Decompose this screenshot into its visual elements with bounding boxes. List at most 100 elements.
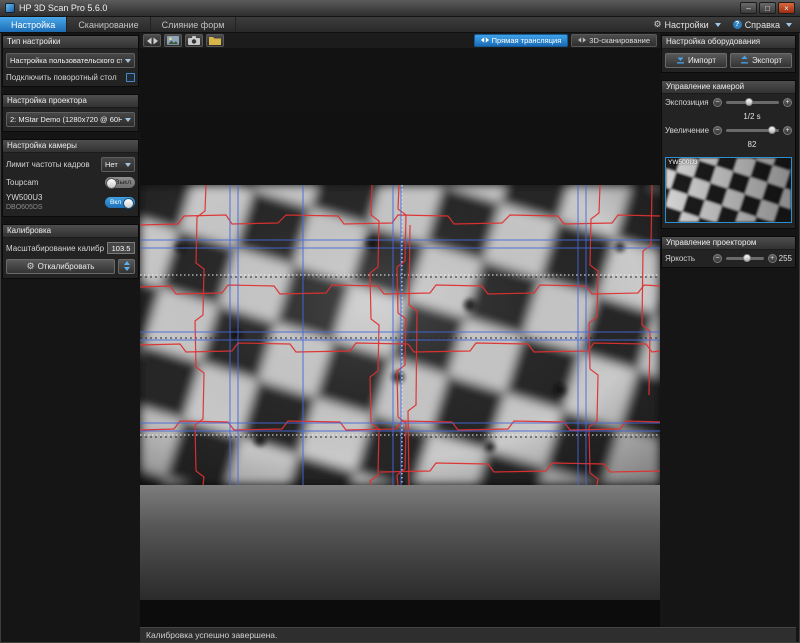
caret-down-icon	[125, 163, 131, 167]
exposure-increase-button[interactable]: +	[783, 98, 792, 107]
fit-view-button[interactable]	[143, 34, 161, 47]
projector-setup-header: Настройка проектора	[3, 95, 138, 108]
status-bar: Калибровка успешно завершена.	[140, 627, 796, 642]
maximize-button[interactable]: □	[759, 2, 776, 14]
tab-scanning[interactable]: Сканирование	[67, 17, 150, 32]
scan-3d-button[interactable]: 3D-сканирование	[571, 34, 657, 47]
live-view-button[interactable]: Прямая трансляция	[474, 34, 569, 47]
camera-frame	[140, 185, 660, 600]
import-button[interactable]: Импорт	[665, 53, 727, 68]
up-down-arrows-icon	[123, 261, 131, 273]
right-control-panel: Настройка оборудования Импорт Экспорт У	[661, 35, 796, 268]
calibration-header: Калибровка	[3, 225, 138, 238]
zoom-slider-knob[interactable]	[768, 126, 776, 134]
brightness-value: 255	[779, 254, 792, 263]
projector-control-header: Управление проектором	[662, 237, 795, 250]
camera-frame-floor	[140, 485, 660, 600]
camera-icon	[188, 32, 200, 50]
scan-3d-icon	[578, 36, 586, 45]
exposure-slider-knob[interactable]	[745, 98, 753, 106]
tab-merge-forms[interactable]: Слияние форм	[151, 17, 237, 32]
brightness-increase-button[interactable]: +	[768, 254, 777, 263]
status-message: Калибровка успешно завершена.	[146, 630, 277, 640]
exposure-slider[interactable]	[726, 101, 779, 104]
viewport-area: Прямая трансляция 3D-сканирование	[140, 33, 660, 627]
menu-right: ⚙ Настройки ? Справка	[653, 17, 800, 32]
camera-setup-section: Настройка камеры Лимит частоты кадров Не…	[2, 139, 139, 217]
scan-3d-label: 3D-сканирование	[589, 36, 650, 45]
brightness-slider-knob[interactable]	[743, 254, 751, 262]
turntable-checkbox-label: Подключить поворотный стол	[6, 73, 117, 82]
camera-capture-button[interactable]	[185, 34, 203, 47]
setup-type-section: Тип настройки Настройка пользовательског…	[2, 35, 139, 87]
fps-limit-value: Нет	[105, 160, 122, 169]
camera-preview-label: YW500U3	[668, 159, 698, 166]
projector-control-section: Управление проектором Яркость − + 255	[661, 236, 796, 268]
tab-settings[interactable]: Настройка	[0, 17, 67, 32]
viewport-toolbar: Прямая трансляция 3D-сканирование	[140, 33, 660, 48]
camera2-toggle[interactable]: Вкл	[105, 197, 135, 208]
zoom-increase-button[interactable]: +	[783, 126, 792, 135]
brightness-label: Яркость	[665, 254, 711, 263]
hardware-section: Настройка оборудования Импорт Экспорт	[661, 35, 796, 73]
camera-preview-thumbnail: YW500U3	[665, 157, 792, 223]
setup-type-dropdown[interactable]: Настройка пользовательского структ	[6, 53, 135, 68]
camera2-name: YW500U3	[6, 193, 42, 202]
camera2-name-block: YW500U3 DBO605DS	[6, 193, 43, 212]
folder-icon	[209, 32, 221, 50]
exposure-label: Экспозиция	[665, 98, 711, 107]
left-right-arrows-icon	[147, 32, 158, 50]
open-folder-button[interactable]	[206, 34, 224, 47]
live-view-icon	[481, 36, 489, 45]
window-controls: – □ ×	[740, 2, 795, 14]
calibrate-button[interactable]: ⚙ Откалибровать	[6, 259, 115, 274]
gear-icon: ⚙	[653, 19, 661, 30]
projector-setup-section: Настройка проектора 2: MStar Demo (1280x…	[2, 94, 139, 132]
caret-down-icon	[715, 23, 721, 27]
export-button[interactable]: Экспорт	[730, 53, 792, 68]
minimize-button[interactable]: –	[740, 2, 757, 14]
camera-setup-header: Настройка камеры	[3, 140, 138, 153]
turntable-checkbox[interactable]	[126, 73, 135, 82]
zoom-row: Увеличение − +	[665, 126, 792, 135]
help-menu[interactable]: ? Справка	[733, 20, 792, 30]
brightness-slider[interactable]	[726, 257, 764, 260]
camera2-model: DBO605DS	[6, 204, 43, 211]
title-bar: HP 3D Scan Pro 5.6.0 – □ ×	[0, 0, 800, 17]
camera-preview-image	[666, 158, 791, 222]
caret-down-icon	[786, 23, 792, 27]
window-title: HP 3D Scan Pro 5.6.0	[19, 3, 107, 13]
import-button-label: Импорт	[688, 56, 716, 65]
live-view-label: Прямая трансляция	[492, 36, 562, 45]
exposure-decrease-button[interactable]: −	[713, 98, 722, 107]
fps-limit-dropdown[interactable]: Нет	[101, 157, 135, 172]
camera-viewport	[140, 48, 660, 627]
zoom-value: 82	[717, 140, 787, 149]
calibrate-button-label: Откалибровать	[38, 262, 95, 271]
calibration-scale-label: Масштабирование калибровки	[6, 244, 104, 253]
zoom-slider[interactable]	[726, 129, 779, 132]
left-settings-panel: Тип настройки Настройка пользовательског…	[2, 35, 139, 279]
import-icon	[676, 55, 685, 66]
camera1-name: Toupcam	[6, 178, 38, 187]
projector-dropdown-value: 2: MStar Demo (1280x720 @ 60Hz	[10, 115, 122, 124]
main-tab-bar: Настройка Сканирование Слияние форм ⚙ На…	[0, 17, 800, 33]
brightness-row: Яркость − + 255	[665, 254, 792, 263]
calibration-scale-input[interactable]	[107, 242, 135, 254]
app-logo-icon	[5, 3, 15, 13]
camera1-toggle[interactable]: Выкл	[105, 177, 135, 188]
zoom-label: Увеличение	[665, 126, 711, 135]
help-icon: ?	[733, 20, 742, 29]
camera-control-section: Управление камерой Экспозиция − + 1/2 s …	[661, 80, 796, 229]
brightness-decrease-button[interactable]: −	[713, 254, 722, 263]
close-button[interactable]: ×	[778, 2, 795, 14]
exposure-value: 1/2 s	[717, 112, 787, 121]
hardware-header: Настройка оборудования	[662, 36, 795, 49]
projector-dropdown[interactable]: 2: MStar Demo (1280x720 @ 60Hz	[6, 112, 135, 127]
settings-menu[interactable]: ⚙ Настройки	[653, 19, 720, 30]
caret-down-icon	[125, 59, 131, 63]
turntable-axis-button[interactable]	[118, 259, 135, 274]
setup-type-header: Тип настройки	[3, 36, 138, 49]
zoom-decrease-button[interactable]: −	[713, 126, 722, 135]
snapshot-image-button[interactable]	[164, 34, 182, 47]
